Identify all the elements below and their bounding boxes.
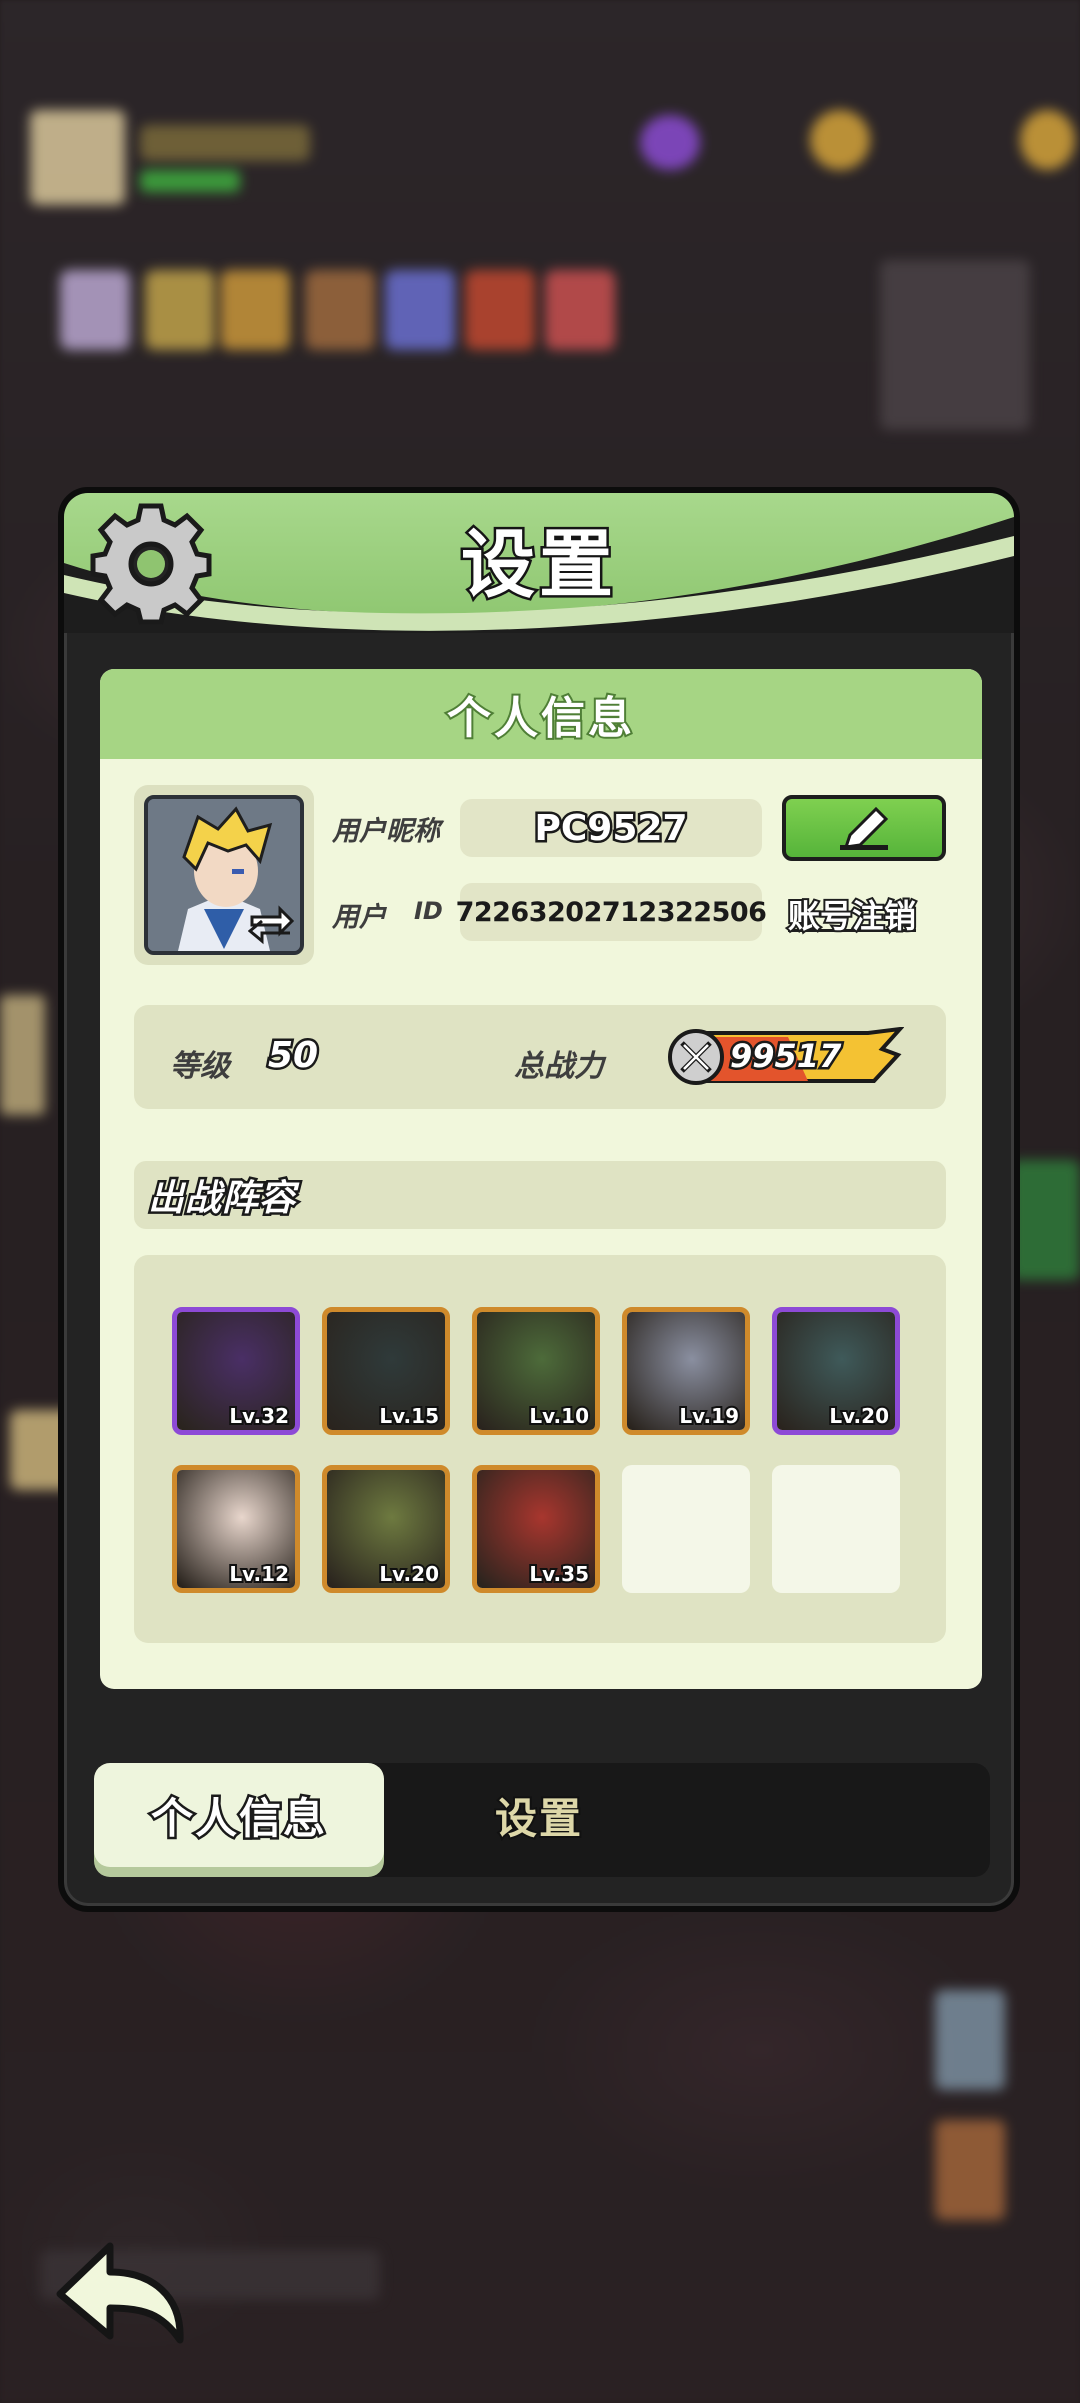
hud-minimap [880,260,1030,430]
swap-arrows-icon[interactable] [248,905,294,945]
hud-menu-icon [145,270,215,350]
profile-card: 个人信息 用户昵称 PC9527 用户 ID 72263202712322506… [100,669,982,1689]
pencil-icon [840,806,889,850]
hud-menu-icon [220,270,290,350]
team-header: 出战阵容 [134,1161,946,1229]
power-label: 总战力 [514,1049,604,1084]
hud-player-avatar [30,110,125,205]
tab-personal-info[interactable]: 个人信息 [94,1763,384,1867]
team-title: 出战阵容 [145,1176,297,1222]
hero-level: Lv.15 [377,1402,441,1430]
hero-slot[interactable]: Lv.20 [772,1307,900,1435]
hud-exp-bar [140,170,240,192]
hero-level: Lv.20 [827,1402,891,1430]
user-id-label-prefix: 用户 [332,902,386,933]
hud-coin-icon [810,110,870,170]
hero-level: Lv.35 [527,1560,591,1588]
tab-bar: 个人信息 设置 [94,1763,990,1877]
user-id-field: 72263202712322506 [456,883,767,941]
hud-menu-icon [305,270,375,350]
tab-settings[interactable]: 设置 [394,1763,684,1867]
nickname-value: PC9527 [532,805,690,851]
hud-character [935,1990,1005,2090]
hud-menu-icon [465,270,535,350]
hud-player-name-bar [140,125,310,161]
settings-panel: 设置 个人信息 用户昵称 PC9527 用户 ID 72263202712322… [58,487,1020,1912]
hero-level: Lv.10 [527,1402,591,1430]
avatar-portrait [144,795,304,955]
empty-hero-slot[interactable] [622,1465,750,1593]
nickname-field: PC9527 [460,799,762,857]
hud-side-arrow [1010,1160,1080,1280]
hero-level: Lv.12 [227,1560,291,1588]
hero-slot[interactable]: Lv.35 [472,1465,600,1593]
user-id-label-suffix: ID [414,897,443,925]
hero-level: Lv.32 [227,1402,291,1430]
hero-slot[interactable]: Lv.15 [322,1307,450,1435]
hero-slot[interactable]: Lv.12 [172,1465,300,1593]
hero-level: Lv.19 [677,1402,741,1430]
hero-slot[interactable]: Lv.32 [172,1307,300,1435]
avatar[interactable] [134,785,314,965]
back-arrow-icon[interactable] [52,2236,192,2346]
level-value: 50 [265,1033,320,1079]
cancel-account-link[interactable]: 账号注销 [786,891,918,937]
section-title: 个人信息 [445,691,635,746]
hero-slot[interactable]: Lv.19 [622,1307,750,1435]
hero-level: Lv.20 [377,1560,441,1588]
hud-menu-icon [385,270,455,350]
nickname-label: 用户昵称 [332,816,440,847]
team-grid: Lv.32 Lv.15 Lv.10 Lv.19 Lv.20 Lv.12 Lv.20 Lv.35 [134,1255,946,1643]
hero-slot[interactable]: Lv.10 [472,1307,600,1435]
section-header: 个人信息 [100,669,982,759]
hud-character-2 [935,2120,1005,2220]
hud-menu-icon [60,270,130,350]
edit-nickname-button[interactable] [782,795,946,861]
empty-hero-slot[interactable] [772,1465,900,1593]
hud-side-button [0,995,45,1115]
power-value: 99517 [727,1035,843,1078]
panel-title: 设置 [459,520,617,611]
panel-header: 设置 [64,493,1014,633]
stats-bar: 等级 50 总战力 99517 [134,1005,946,1109]
hud-gem-icon [640,115,700,170]
hud-coin-icon-2 [1020,110,1075,170]
power-badge: 99517 [668,1027,904,1087]
hud-menu-icon [545,270,615,350]
level-label: 等级 [170,1049,230,1084]
hero-slot[interactable]: Lv.20 [322,1465,450,1593]
